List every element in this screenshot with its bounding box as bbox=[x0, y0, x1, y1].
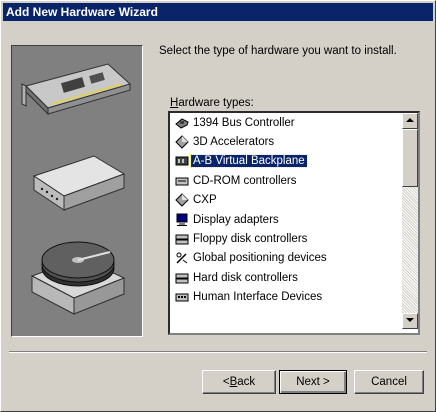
wizard-illustration bbox=[11, 45, 143, 337]
list-item[interactable]: 1394 Bus Controller bbox=[170, 113, 400, 132]
bus-controller-icon bbox=[175, 116, 189, 130]
wizard-window: Add New Hardware Wizard Select the type … bbox=[0, 0, 436, 412]
hard-disk-icon bbox=[30, 241, 126, 315]
list-item[interactable]: 3D Accelerators bbox=[170, 132, 400, 151]
list-item-label: 1394 Bus Controller bbox=[193, 116, 295, 129]
list-item-label: CD-ROM controllers bbox=[193, 174, 297, 187]
window-title: Add New Hardware Wizard bbox=[6, 5, 158, 19]
hid-icon bbox=[175, 290, 189, 304]
list-item[interactable]: Global positioning devices bbox=[170, 249, 400, 268]
monitor-icon bbox=[175, 213, 189, 227]
title-bar[interactable]: Add New Hardware Wizard bbox=[3, 3, 433, 21]
disk-controller-icon bbox=[175, 232, 189, 246]
scroll-up-button[interactable] bbox=[402, 113, 418, 129]
list-item-label: Global positioning devices bbox=[193, 252, 327, 265]
cdrom-icon bbox=[175, 174, 189, 188]
list-item-label: 3D Accelerators bbox=[193, 136, 275, 149]
scroll-thumb[interactable] bbox=[402, 129, 418, 187]
list-item-label: Floppy disk controllers bbox=[193, 233, 308, 246]
footer-separator bbox=[9, 351, 427, 353]
arrow-up-icon bbox=[406, 118, 414, 122]
list-item[interactable]: Display adapters bbox=[170, 210, 400, 229]
hardware-illustration-icon bbox=[21, 63, 131, 315]
list-item-label: Display adapters bbox=[193, 213, 279, 226]
list-item-label: Hard disk controllers bbox=[193, 271, 298, 284]
instruction-text: Select the type of hardware you want to … bbox=[159, 45, 397, 57]
modem-icon bbox=[32, 155, 126, 211]
backplane-icon bbox=[175, 154, 189, 168]
hardware-types-label-text: Hardware types: bbox=[170, 97, 254, 109]
back-button[interactable]: < Back bbox=[202, 370, 276, 394]
list-item[interactable]: Hard disk controllers bbox=[170, 268, 400, 287]
gps-icon bbox=[175, 251, 189, 265]
hardware-types-list[interactable]: 1394 Bus Controller 3D Accelerators A-B Vi… bbox=[168, 111, 420, 335]
list-item[interactable]: Floppy disk controllers bbox=[170, 229, 400, 248]
arrow-down-icon bbox=[406, 318, 414, 322]
expansion-card-icon bbox=[21, 63, 131, 116]
vertical-scrollbar[interactable] bbox=[402, 113, 418, 329]
list-item-label: Human Interface Devices bbox=[193, 291, 323, 304]
list-item[interactable]: CXP bbox=[170, 191, 400, 210]
diamond-icon bbox=[175, 193, 189, 207]
diamond-icon bbox=[175, 135, 189, 149]
scroll-down-button[interactable] bbox=[402, 313, 418, 329]
list-item[interactable]: Human Interface Devices bbox=[170, 288, 400, 307]
cancel-button[interactable]: Cancel bbox=[354, 370, 424, 394]
next-button[interactable]: Next > bbox=[279, 370, 347, 394]
disk-controller-icon bbox=[175, 271, 189, 285]
list-item-label: CXP bbox=[193, 194, 217, 207]
list-item[interactable]: CD-ROM controllers bbox=[170, 171, 400, 190]
list-item[interactable]: A-B Virtual Backplane bbox=[170, 152, 400, 171]
list-item-label: A-B Virtual Backplane bbox=[190, 154, 308, 169]
hardware-types-label: Hardware types: bbox=[170, 97, 254, 109]
